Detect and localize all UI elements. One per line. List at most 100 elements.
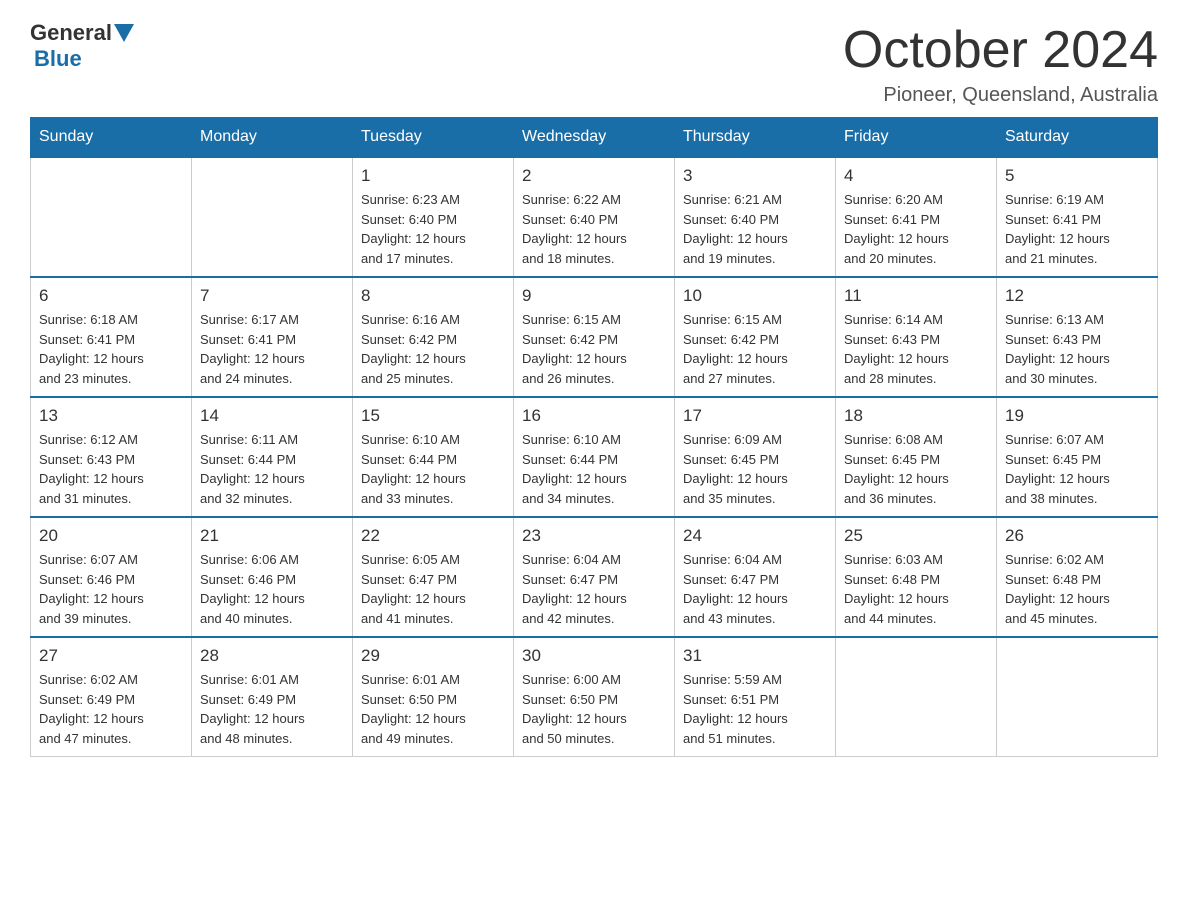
day-info: Sunrise: 6:08 AM Sunset: 6:45 PM Dayligh… (844, 430, 988, 508)
calendar-cell: 17 Sunrise: 6:09 AM Sunset: 6:45 PM Dayli… (675, 397, 836, 517)
calendar-cell: 23Sunrise: 6:04 AM Sunset: 6:47 PM Dayli… (514, 517, 675, 637)
day-info: Sunrise: 6:07 AM Sunset: 6:45 PM Dayligh… (1005, 430, 1149, 508)
day-info: Sunrise: 6:19 AM Sunset: 6:41 PM Dayligh… (1005, 190, 1149, 268)
calendar-cell: 24 Sunrise: 6:04 AM Sunset: 6:47 PM Dayli… (675, 517, 836, 637)
logo-triangle-icon (114, 24, 134, 42)
calendar-cell: 13Sunrise: 6:12 AM Sunset: 6:43 PM Dayli… (31, 397, 192, 517)
day-info: Sunrise: 6:12 AM Sunset: 6:43 PM Dayligh… (39, 430, 183, 508)
day-number: 19 (1005, 406, 1149, 426)
calendar-cell (836, 637, 997, 757)
week-row-3: 13Sunrise: 6:12 AM Sunset: 6:43 PM Dayli… (31, 397, 1158, 517)
day-info: Sunrise: 6:09 AM Sunset: 6:45 PM Dayligh… (683, 430, 827, 508)
day-number: 9 (522, 286, 666, 306)
calendar-cell: 14 Sunrise: 6:11 AM Sunset: 6:44 PM Dayli… (192, 397, 353, 517)
day-number: 5 (1005, 166, 1149, 186)
col-header-saturday: Saturday (997, 118, 1158, 158)
day-info: Sunrise: 6:13 AM Sunset: 6:43 PM Dayligh… (1005, 310, 1149, 388)
calendar-cell: 22Sunrise: 6:05 AM Sunset: 6:47 PM Dayli… (353, 517, 514, 637)
calendar-cell: 25 Sunrise: 6:03 AM Sunset: 6:48 PM Dayli… (836, 517, 997, 637)
day-info: Sunrise: 6:04 AM Sunset: 6:47 PM Dayligh… (683, 550, 827, 628)
day-number: 25 (844, 526, 988, 546)
calendar-cell: 10Sunrise: 6:15 AM Sunset: 6:42 PM Dayli… (675, 277, 836, 397)
calendar-cell: 1 Sunrise: 6:23 AM Sunset: 6:40 PM Daylig… (353, 157, 514, 277)
calendar-cell: 6Sunrise: 6:18 AM Sunset: 6:41 PM Daylig… (31, 277, 192, 397)
calendar-cell (31, 157, 192, 277)
day-number: 1 (361, 166, 505, 186)
day-number: 22 (361, 526, 505, 546)
day-info: Sunrise: 6:15 AM Sunset: 6:42 PM Dayligh… (522, 310, 666, 388)
calendar-cell: 15 Sunrise: 6:10 AM Sunset: 6:44 PM Dayli… (353, 397, 514, 517)
calendar-table: SundayMondayTuesdayWednesdayThursdayFrid… (30, 117, 1158, 757)
calendar-cell: 7 Sunrise: 6:17 AM Sunset: 6:41 PM Daylig… (192, 277, 353, 397)
day-number: 31 (683, 646, 827, 666)
day-number: 15 (361, 406, 505, 426)
day-info: Sunrise: 6:17 AM Sunset: 6:41 PM Dayligh… (200, 310, 344, 388)
calendar-cell: 19 Sunrise: 6:07 AM Sunset: 6:45 PM Dayli… (997, 397, 1158, 517)
col-header-friday: Friday (836, 118, 997, 158)
title-section: October 2024 Pioneer, Queensland, Austra… (843, 20, 1158, 107)
calendar-cell: 8Sunrise: 6:16 AM Sunset: 6:42 PM Daylig… (353, 277, 514, 397)
day-info: Sunrise: 6:02 AM Sunset: 6:49 PM Dayligh… (39, 670, 183, 748)
calendar-cell (997, 637, 1158, 757)
day-number: 2 (522, 166, 666, 186)
day-info: Sunrise: 6:23 AM Sunset: 6:40 PM Dayligh… (361, 190, 505, 268)
day-number: 11 (844, 286, 988, 306)
calendar-cell: 31Sunrise: 5:59 AM Sunset: 6:51 PM Dayli… (675, 637, 836, 757)
col-header-sunday: Sunday (31, 118, 192, 158)
day-info: Sunrise: 6:18 AM Sunset: 6:41 PM Dayligh… (39, 310, 183, 388)
week-row-2: 6Sunrise: 6:18 AM Sunset: 6:41 PM Daylig… (31, 277, 1158, 397)
calendar-cell: 20 Sunrise: 6:07 AM Sunset: 6:46 PM Dayli… (31, 517, 192, 637)
calendar-cell: 27 Sunrise: 6:02 AM Sunset: 6:49 PM Dayli… (31, 637, 192, 757)
calendar-cell: 29Sunrise: 6:01 AM Sunset: 6:50 PM Dayli… (353, 637, 514, 757)
location-label: Pioneer, Queensland, Australia (843, 84, 1158, 107)
calendar-cell: 4Sunrise: 6:20 AM Sunset: 6:41 PM Daylig… (836, 157, 997, 277)
logo: General Blue (30, 20, 136, 72)
day-number: 7 (200, 286, 344, 306)
calendar-cell: 26 Sunrise: 6:02 AM Sunset: 6:48 PM Dayli… (997, 517, 1158, 637)
calendar-cell: 21Sunrise: 6:06 AM Sunset: 6:46 PM Dayli… (192, 517, 353, 637)
logo-blue-text: Blue (34, 46, 82, 71)
page-header: General Blue October 2024 Pioneer, Queen… (30, 20, 1158, 107)
calendar-cell: 9 Sunrise: 6:15 AM Sunset: 6:42 PM Daylig… (514, 277, 675, 397)
day-number: 3 (683, 166, 827, 186)
day-info: Sunrise: 6:01 AM Sunset: 6:49 PM Dayligh… (200, 670, 344, 748)
day-info: Sunrise: 6:00 AM Sunset: 6:50 PM Dayligh… (522, 670, 666, 748)
logo-general-text: General (30, 20, 112, 46)
calendar-cell: 18 Sunrise: 6:08 AM Sunset: 6:45 PM Dayli… (836, 397, 997, 517)
calendar-cell: 12 Sunrise: 6:13 AM Sunset: 6:43 PM Dayli… (997, 277, 1158, 397)
day-number: 28 (200, 646, 344, 666)
day-number: 26 (1005, 526, 1149, 546)
day-info: Sunrise: 6:22 AM Sunset: 6:40 PM Dayligh… (522, 190, 666, 268)
day-info: Sunrise: 6:06 AM Sunset: 6:46 PM Dayligh… (200, 550, 344, 628)
day-number: 4 (844, 166, 988, 186)
calendar-cell: 30 Sunrise: 6:00 AM Sunset: 6:50 PM Dayli… (514, 637, 675, 757)
day-number: 24 (683, 526, 827, 546)
day-info: Sunrise: 6:07 AM Sunset: 6:46 PM Dayligh… (39, 550, 183, 628)
calendar-cell: 2 Sunrise: 6:22 AM Sunset: 6:40 PM Daylig… (514, 157, 675, 277)
calendar-cell: 16Sunrise: 6:10 AM Sunset: 6:44 PM Dayli… (514, 397, 675, 517)
day-info: Sunrise: 6:15 AM Sunset: 6:42 PM Dayligh… (683, 310, 827, 388)
day-info: Sunrise: 6:03 AM Sunset: 6:48 PM Dayligh… (844, 550, 988, 628)
day-number: 23 (522, 526, 666, 546)
week-row-4: 20 Sunrise: 6:07 AM Sunset: 6:46 PM Dayli… (31, 517, 1158, 637)
week-row-1: 1 Sunrise: 6:23 AM Sunset: 6:40 PM Daylig… (31, 157, 1158, 277)
day-number: 12 (1005, 286, 1149, 306)
day-number: 14 (200, 406, 344, 426)
calendar-header-row: SundayMondayTuesdayWednesdayThursdayFrid… (31, 118, 1158, 158)
day-number: 30 (522, 646, 666, 666)
day-info: Sunrise: 6:11 AM Sunset: 6:44 PM Dayligh… (200, 430, 344, 508)
day-number: 17 (683, 406, 827, 426)
day-info: Sunrise: 6:10 AM Sunset: 6:44 PM Dayligh… (522, 430, 666, 508)
day-info: Sunrise: 6:02 AM Sunset: 6:48 PM Dayligh… (1005, 550, 1149, 628)
col-header-tuesday: Tuesday (353, 118, 514, 158)
calendar-cell: 11Sunrise: 6:14 AM Sunset: 6:43 PM Dayli… (836, 277, 997, 397)
week-row-5: 27 Sunrise: 6:02 AM Sunset: 6:49 PM Dayli… (31, 637, 1158, 757)
day-number: 20 (39, 526, 183, 546)
day-number: 18 (844, 406, 988, 426)
col-header-monday: Monday (192, 118, 353, 158)
col-header-thursday: Thursday (675, 118, 836, 158)
day-number: 27 (39, 646, 183, 666)
col-header-wednesday: Wednesday (514, 118, 675, 158)
day-info: Sunrise: 6:10 AM Sunset: 6:44 PM Dayligh… (361, 430, 505, 508)
calendar-cell: 3Sunrise: 6:21 AM Sunset: 6:40 PM Daylig… (675, 157, 836, 277)
